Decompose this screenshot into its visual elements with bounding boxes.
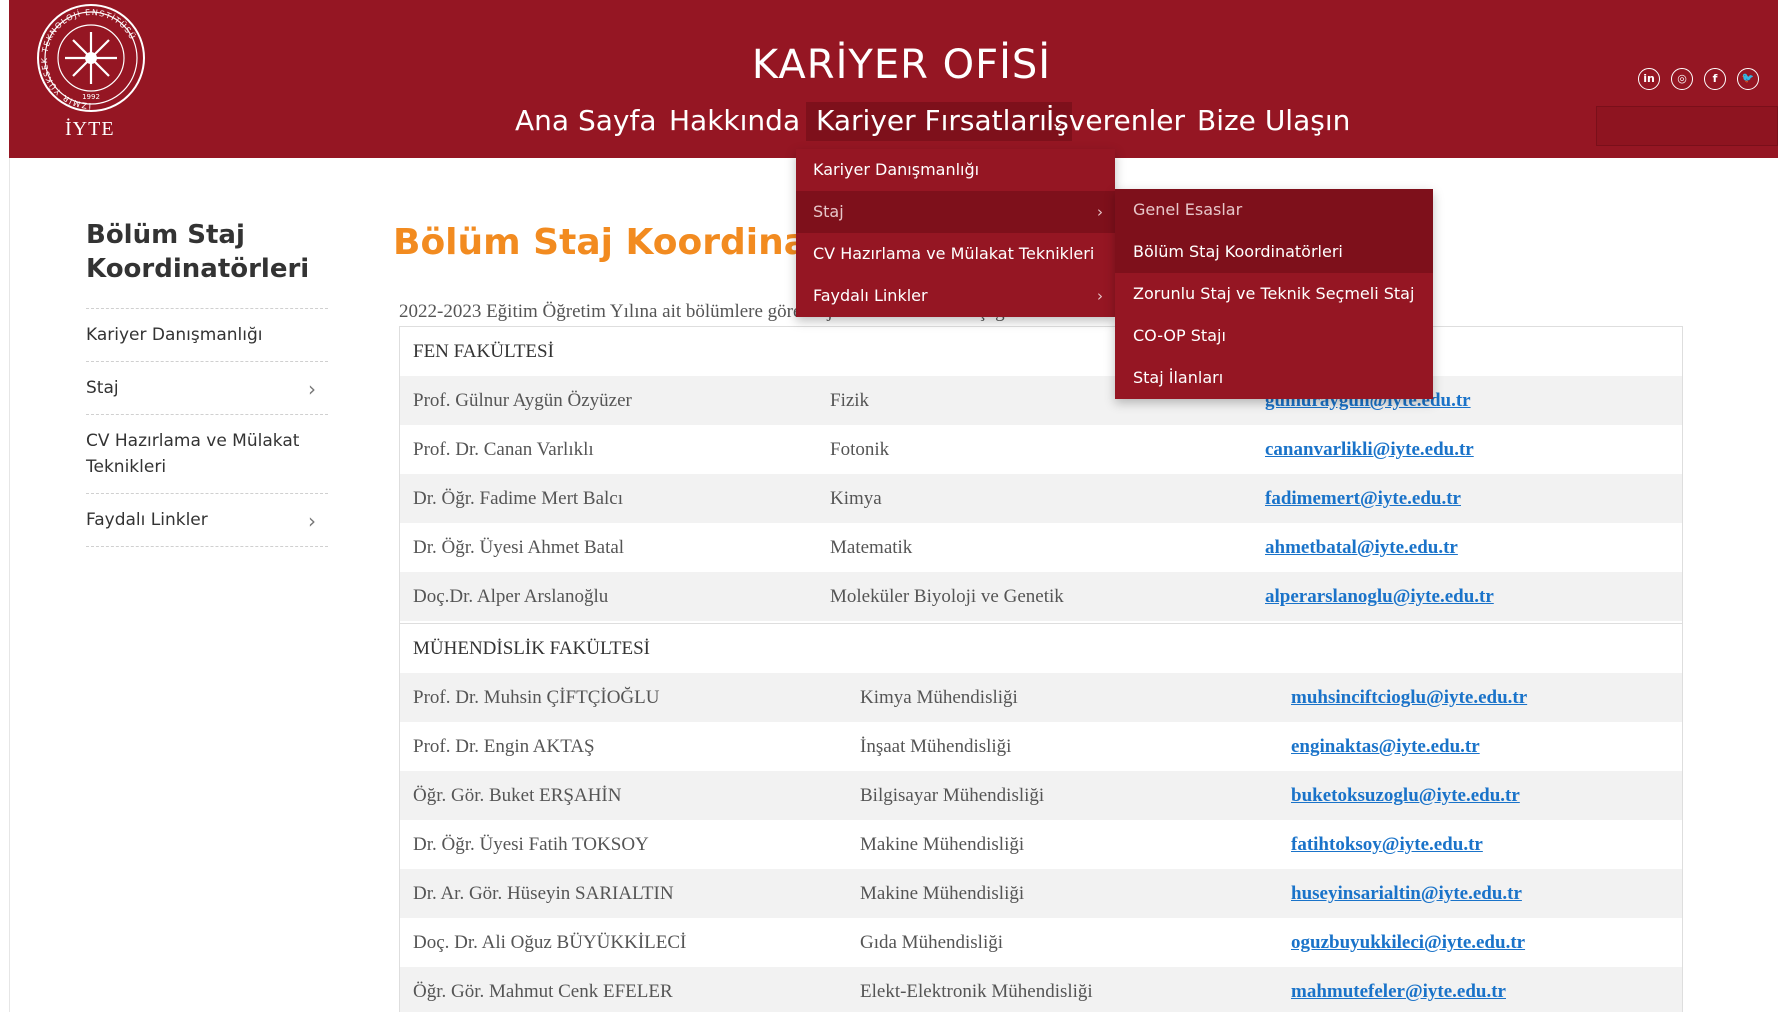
table-row: Doç.Dr. Alper Arslanoğlu Moleküler Biyol…	[400, 572, 1682, 621]
coordinators-table: FEN FAKÜLTESİ Prof. Gülnur Aygün Özyüzer…	[399, 326, 1683, 1012]
sidebar-item-faydali-linkler[interactable]: Faydalı Linkler ›	[86, 494, 328, 547]
chevron-right-icon: ›	[308, 509, 316, 533]
table-row: Öğr. Gör. Buket ERŞAHİN Bilgisayar Mühen…	[400, 771, 1682, 820]
site-title[interactable]: KARİYER OFİSİ	[9, 42, 1778, 88]
page: İZMİR YÜKSEK TEKNOLOJİ ENSTİTÜSÜ 1992 İY…	[0, 0, 1778, 1012]
table-row: Dr. Ar. Gör. Hüseyin SARIALTIN Makine Mü…	[400, 869, 1682, 918]
sidebar-item-cv[interactable]: CV Hazırlama ve Mülakat Teknikleri	[86, 415, 328, 494]
coordinator-dept: Fotonik	[830, 439, 890, 460]
sidebar-item-staj[interactable]: Staj ›	[86, 362, 328, 415]
submenu-item-genel-esaslar[interactable]: Genel Esaslar	[1115, 189, 1433, 231]
sidebar-title: Bölüm Staj Koordinatörleri	[86, 218, 328, 309]
faculty-heading: MÜHENDİSLİK FAKÜLTESİ	[400, 624, 1682, 673]
coordinator-name: Öğr. Gör. Mahmut Cenk EFELER	[413, 981, 673, 1002]
facebook-icon[interactable]: f	[1704, 68, 1726, 90]
section-muhendislik: MÜHENDİSLİK FAKÜLTESİ Prof. Dr. Muhsin Ç…	[400, 623, 1682, 1012]
nav-kariyer-firsatlari[interactable]: Kariyer Fırsatları ⌄	[806, 102, 1073, 141]
menu-item-label: CV Hazırlama ve Mülakat Teknikleri	[813, 244, 1095, 263]
menu-item-cv[interactable]: CV Hazırlama ve Mülakat Teknikleri	[796, 233, 1115, 275]
email-link[interactable]: alperarslanoglu@iyte.edu.tr	[1265, 572, 1494, 621]
coordinator-dept: Matematik	[830, 537, 913, 558]
coordinator-name: Öğr. Gör. Buket ERŞAHİN	[413, 785, 622, 806]
email-link[interactable]: fatihtoksoy@iyte.edu.tr	[1291, 820, 1483, 869]
coordinator-dept: Gıda Mühendisliği	[860, 932, 1004, 953]
coordinator-dept: Makine Mühendisliği	[860, 834, 1025, 855]
submenu-item-staj-ilanlari[interactable]: Staj İlanları	[1115, 357, 1433, 399]
email-link[interactable]: buketoksuzoglu@iyte.edu.tr	[1291, 771, 1520, 820]
coordinator-name: Dr. Öğr. Fadime Mert Balcı	[413, 488, 624, 509]
submenu-item-zorunlu-staj[interactable]: Zorunlu Staj ve Teknik Seçmeli Staj	[1115, 273, 1433, 315]
chevron-right-icon: ›	[1097, 203, 1103, 221]
coordinator-name: Prof. Gülnur Aygün Özyüzer	[413, 390, 632, 411]
chevron-right-icon: ›	[308, 377, 316, 401]
coordinator-dept: Kimya Mühendisliği	[860, 687, 1018, 708]
table-row: Prof. Dr. Canan Varlıklı Fotonik cananva…	[400, 425, 1682, 474]
table-row: Doç. Dr. Ali Oğuz BÜYÜKKİLECİ Gıda Mühen…	[400, 918, 1682, 967]
sidebar-item-label: CV Hazırlama ve Mülakat Teknikleri	[86, 431, 300, 477]
email-link[interactable]: ahmetbatal@iyte.edu.tr	[1265, 523, 1458, 572]
coordinator-name: Dr. Öğr. Üyesi Fatih TOKSOY	[413, 834, 649, 855]
coordinator-dept: İnşaat Mühendisliği	[860, 736, 1012, 757]
kariyer-firsatlari-dropdown: Kariyer Danışmanlığı Staj › CV Hazırlama …	[796, 149, 1115, 317]
menu-item-label: Kariyer Danışmanlığı	[813, 160, 980, 179]
staj-submenu: Genel Esaslar Bölüm Staj Koordinatörleri…	[1115, 189, 1433, 399]
twitter-icon[interactable]: 🐦	[1737, 68, 1759, 90]
site-header: İZMİR YÜKSEK TEKNOLOJİ ENSTİTÜSÜ 1992 İY…	[9, 0, 1778, 158]
menu-item-label: Staj	[813, 202, 844, 221]
main-nav: Ana Sayfa Hakkında Kariyer Fırsatları ⌄ İ…	[9, 102, 1778, 144]
menu-item-kariyer-danismanligi[interactable]: Kariyer Danışmanlığı	[796, 149, 1115, 191]
menu-item-staj[interactable]: Staj ›	[796, 191, 1115, 233]
section-fen: FEN FAKÜLTESİ Prof. Gülnur Aygün Özyüzer…	[400, 327, 1682, 621]
coordinator-dept: Fizik	[830, 390, 870, 411]
sidebar: Bölüm Staj Koordinatörleri Kariyer Danış…	[86, 218, 328, 547]
nav-isverenler[interactable]: İşverenler	[1046, 104, 1185, 137]
coordinator-name: Prof. Dr. Muhsin ÇİFTÇİOĞLU	[413, 687, 660, 708]
coordinator-name: Dr. Öğr. Üyesi Ahmet Batal	[413, 537, 625, 558]
linkedin-icon[interactable]: in	[1638, 68, 1660, 90]
menu-item-faydali-linkler[interactable]: Faydalı Linkler ›	[796, 275, 1115, 317]
submenu-item-coop-staji[interactable]: CO-OP Stajı	[1115, 315, 1433, 357]
coordinator-name: Prof. Dr. Canan Varlıklı	[413, 439, 594, 460]
email-link[interactable]: oguzbuyukkileci@iyte.edu.tr	[1291, 918, 1525, 967]
submenu-item-bolum-staj-koordinatorleri[interactable]: Bölüm Staj Koordinatörleri	[1115, 231, 1433, 273]
table-row: Prof. Gülnur Aygün Özyüzer Fizik gulnura…	[400, 376, 1682, 425]
coordinator-dept: Moleküler Biyoloji ve Genetik	[830, 586, 1064, 607]
nav-ana-sayfa[interactable]: Ana Sayfa	[515, 104, 656, 137]
coordinator-name: Prof. Dr. Engin AKTAŞ	[413, 736, 595, 757]
menu-item-label: Faydalı Linkler	[813, 286, 928, 305]
coordinator-dept: Bilgisayar Mühendisliği	[860, 785, 1045, 806]
table-row: Prof. Dr. Muhsin ÇİFTÇİOĞLU Kimya Mühend…	[400, 673, 1682, 722]
chevron-right-icon: ›	[1097, 287, 1103, 305]
table-row: Dr. Öğr. Fadime Mert Balcı Kimya fadimem…	[400, 474, 1682, 523]
sidebar-item-label: Faydalı Linkler	[86, 510, 208, 530]
table-row: Dr. Öğr. Üyesi Ahmet Batal Matematik ahm…	[400, 523, 1682, 572]
nav-kariyer-firsatlari-label: Kariyer Fırsatları	[816, 104, 1047, 137]
faculty-heading: FEN FAKÜLTESİ	[400, 327, 1682, 376]
coordinator-dept: Makine Mühendisliği	[860, 883, 1025, 904]
sidebar-item-kariyer-danismanligi[interactable]: Kariyer Danışmanlığı	[86, 309, 328, 362]
coordinator-dept: Elekt-Elektronik Mühendisliği	[860, 981, 1093, 1002]
nav-hakkinda[interactable]: Hakkında	[669, 104, 800, 137]
email-link[interactable]: muhsinciftcioglu@iyte.edu.tr	[1291, 673, 1527, 722]
nav-bize-ulasin[interactable]: Bize Ulaşın	[1197, 104, 1350, 137]
social-links: in ◎ f 🐦	[1638, 68, 1778, 92]
instagram-icon[interactable]: ◎	[1671, 68, 1693, 90]
search-input[interactable]	[1596, 106, 1778, 146]
sidebar-item-label: Kariyer Danışmanlığı	[86, 325, 263, 345]
email-link[interactable]: cananvarlikli@iyte.edu.tr	[1265, 425, 1474, 474]
coordinator-dept: Kimya	[830, 488, 882, 509]
email-link[interactable]: mahmutefeler@iyte.edu.tr	[1291, 967, 1506, 1012]
table-row: Öğr. Gör. Mahmut Cenk EFELER Elekt-Elekt…	[400, 967, 1682, 1012]
logo-year: 1992	[82, 93, 100, 101]
coordinator-name: Doç.Dr. Alper Arslanoğlu	[413, 586, 609, 607]
table-row: Dr. Öğr. Üyesi Fatih TOKSOY Makine Mühen…	[400, 820, 1682, 869]
email-link[interactable]: enginaktas@iyte.edu.tr	[1291, 722, 1480, 771]
sidebar-item-label: Staj	[86, 378, 119, 398]
email-link[interactable]: fadimemert@iyte.edu.tr	[1265, 474, 1461, 523]
email-link[interactable]: huseyinsarialtin@iyte.edu.tr	[1291, 869, 1522, 918]
coordinator-name: Doç. Dr. Ali Oğuz BÜYÜKKİLECİ	[413, 932, 687, 953]
table-row: Prof. Dr. Engin AKTAŞ İnşaat Mühendisliğ…	[400, 722, 1682, 771]
coordinator-name: Dr. Ar. Gör. Hüseyin SARIALTIN	[413, 883, 674, 904]
